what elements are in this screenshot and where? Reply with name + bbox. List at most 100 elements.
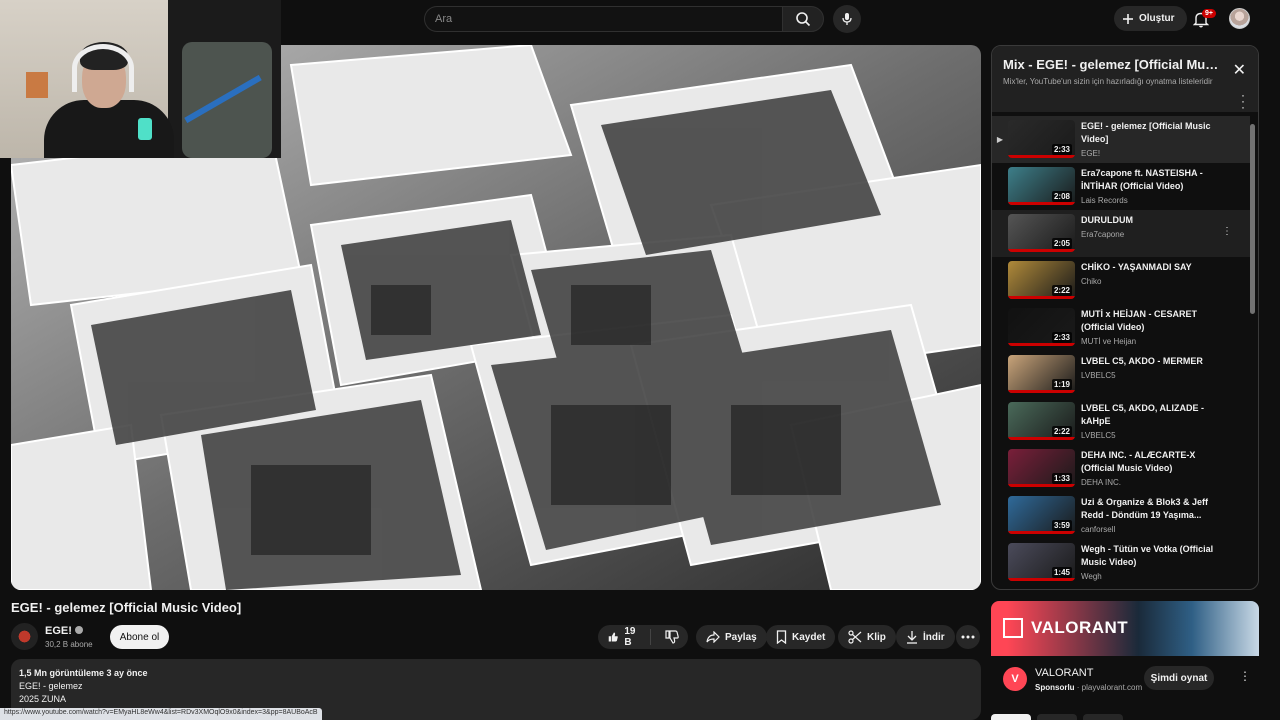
clip-button[interactable]: Klip: [838, 625, 896, 649]
playlist-item[interactable]: 1:19 LVBEL C5, AKDO - MERMER LVBELC5: [992, 351, 1250, 398]
download-button[interactable]: İndir: [896, 625, 955, 649]
playlist-title[interactable]: Mix - EGE! - gelemez [Official Music Vid…: [1003, 57, 1225, 72]
playlist-item[interactable]: 1:45 Wegh - Tütün ve Votka (Official Musi…: [992, 539, 1250, 586]
row-spacer: [992, 539, 1008, 586]
item-menu-icon[interactable]: ⋮: [1222, 226, 1232, 237]
row-spacer: [992, 210, 1008, 257]
row-spacer: [992, 398, 1008, 445]
search-button[interactable]: [782, 6, 824, 32]
notification-count-badge: 9+: [1202, 9, 1216, 18]
playlist-item[interactable]: ORGANIZE X JEFF REDD - SAÇDAN SOLA [OFFI…: [992, 586, 1250, 589]
playlist-item[interactable]: 2:33 MUTİ x HEİJAN - CESARET (Official Vi…: [992, 304, 1250, 351]
video-duration: 2:22: [1051, 426, 1072, 437]
video-thumbnail[interactable]: 2:05: [1008, 214, 1075, 252]
playlist-item-channel: LVBELC5: [1081, 371, 1116, 380]
more-actions-button[interactable]: [956, 625, 980, 649]
playlist-item[interactable]: 2:22 LVBEL C5, AKDO, ALIZADE - kAHpE LVBEL…: [992, 398, 1250, 445]
video-duration: 2:33: [1051, 332, 1072, 343]
video-thumbnail[interactable]: 2:22: [1008, 261, 1075, 299]
dislike-button[interactable]: [656, 630, 688, 644]
clip-label: Klip: [867, 631, 886, 643]
video-duration: 2:05: [1051, 238, 1072, 249]
ad-menu-icon[interactable]: ⋮: [1239, 669, 1251, 683]
progress-bar: [1008, 437, 1075, 440]
close-icon[interactable]: ✕: [1233, 60, 1246, 80]
playlist-item[interactable]: ▶ 2:33 EGE! - gelemez [Official Music Vide…: [992, 116, 1250, 163]
playlist-item-title[interactable]: MUTİ x HEİJAN - CESARET (Official Video): [1081, 308, 1221, 334]
ad-banner-text: VALORANT: [1031, 618, 1129, 637]
webcam-person-body: [44, 100, 174, 158]
video-thumbnail[interactable]: 1:45: [1008, 543, 1075, 581]
description-line-1: EGE! - gelemez: [19, 681, 83, 691]
playlist-item-title[interactable]: CHİKO - YAŞANMADI SAY: [1081, 261, 1221, 274]
video-thumbnail[interactable]: 2:08: [1008, 167, 1075, 205]
sponsored-ad[interactable]: VALORANT V VALORANT Sponsorlu · playvalo…: [991, 601, 1259, 710]
playlist-item-title[interactable]: DEHA INC. - ALÆCARTE-X (Official Music V…: [1081, 449, 1221, 475]
progress-bar: [1008, 343, 1075, 346]
playlist-item-title[interactable]: LVBEL C5, AKDO, ALIZADE - kAHpE: [1081, 402, 1221, 428]
playlist-item-channel: LVBELC5: [1081, 431, 1116, 440]
download-icon: [907, 631, 917, 644]
video-thumbnail[interactable]: 3:59: [1008, 496, 1075, 534]
ad-brand-icon: V: [1003, 667, 1027, 691]
video-thumbnail[interactable]: 1:33: [1008, 449, 1075, 487]
share-label: Paylaş: [725, 631, 757, 643]
filter-chip[interactable]: [1083, 714, 1123, 720]
headphones-icon: [72, 44, 134, 92]
video-thumbnail[interactable]: 2:33: [1008, 308, 1075, 346]
webcam-light: [138, 118, 152, 140]
thumbs-up-icon: [608, 632, 618, 642]
playlist-item-title[interactable]: EGE! - gelemez [Official Music Video]: [1081, 120, 1221, 146]
channel-avatar[interactable]: [11, 623, 38, 650]
ad-name: VALORANT: [1035, 667, 1094, 679]
video-title: EGE! - gelemez [Official Music Video]: [11, 600, 242, 615]
playlist-item-channel: Lais Records: [1081, 196, 1128, 205]
share-button[interactable]: Paylaş: [696, 625, 767, 649]
ad-banner[interactable]: VALORANT: [991, 601, 1259, 656]
playlist-subtitle: Mix'ler, YouTube'un sizin için hazırladı…: [1003, 77, 1213, 86]
video-thumbnail[interactable]: 1:19: [1008, 355, 1075, 393]
playlist-item[interactable]: 2:05 DURULDUM Era7capone ⋮: [992, 210, 1250, 257]
playlist-item-text: Era7capone ft. NASTEISHA - İNTİHAR (Offi…: [1081, 167, 1221, 210]
view-stats: 1,5 Mn görüntüleme 3 ay önce: [19, 668, 148, 678]
search-input[interactable]: Ara: [424, 6, 782, 32]
filter-chip[interactable]: [991, 714, 1031, 720]
webcam-overlay: [0, 0, 281, 158]
playlist-item[interactable]: 1:33 DEHA INC. - ALÆCARTE-X (Official Mus…: [992, 445, 1250, 492]
progress-bar: [1008, 296, 1075, 299]
account-avatar[interactable]: [1229, 8, 1250, 29]
row-spacer: [992, 304, 1008, 351]
playlist-item-title[interactable]: DURULDUM: [1081, 214, 1221, 227]
verified-icon: [74, 626, 83, 634]
playlist-scrollbar[interactable]: [1250, 124, 1255, 314]
filter-chip[interactable]: [1037, 714, 1077, 720]
playlist-item-title[interactable]: Wegh - Tütün ve Votka (Official Music Vi…: [1081, 543, 1221, 569]
row-spacer: [992, 492, 1008, 539]
search-icon: [796, 12, 811, 27]
voice-search-button[interactable]: [833, 5, 861, 33]
row-spacer: [992, 445, 1008, 492]
playlist-item-text: EGE! - gelemez [Official Music Video] EGE…: [1081, 120, 1221, 163]
subscribe-button[interactable]: Abone ol: [110, 625, 169, 649]
like-button[interactable]: 19 B: [598, 626, 651, 648]
playlist-item-title[interactable]: Era7capone ft. NASTEISHA - İNTİHAR (Offi…: [1081, 167, 1221, 193]
playlist-item-text: MUTİ x HEİJAN - CESARET (Official Video)…: [1081, 308, 1221, 351]
playlist-item[interactable]: 2:22 CHİKO - YAŞANMADI SAY Chiko: [992, 257, 1250, 304]
video-thumbnail[interactable]: 2:33: [1008, 120, 1075, 158]
playlist-item-title[interactable]: Uzi & Organize & Blok3 & Jeff Redd - Dön…: [1081, 496, 1221, 522]
channel-name[interactable]: EGE!: [45, 625, 72, 637]
create-label: Oluştur: [1139, 13, 1175, 24]
sponsor-label: Sponsorlu: [1035, 683, 1075, 692]
playlist-item[interactable]: 3:59 Uzi & Organize & Blok3 & Jeff Redd -…: [992, 492, 1250, 539]
play-now-button[interactable]: Şimdi oynat: [1144, 666, 1214, 690]
scissors-icon: [848, 630, 862, 644]
more-vertical-icon[interactable]: · · ·: [1241, 89, 1245, 113]
playlist-item-title[interactable]: LVBEL C5, AKDO - MERMER: [1081, 355, 1221, 368]
create-button[interactable]: Oluştur: [1114, 6, 1187, 31]
playlist-item[interactable]: 2:08 Era7capone ft. NASTEISHA - İNTİHAR (…: [992, 163, 1250, 210]
save-button[interactable]: Kaydet: [766, 625, 836, 649]
playlist-item-channel: DEHA INC.: [1081, 478, 1122, 487]
row-spacer: [992, 163, 1008, 210]
channel-name-row[interactable]: EGE!: [45, 625, 83, 637]
video-thumbnail[interactable]: 2:22: [1008, 402, 1075, 440]
